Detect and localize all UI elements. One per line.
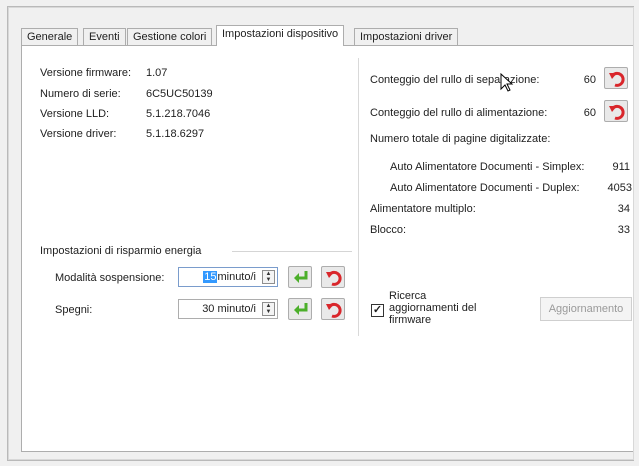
feed-roller-count-label: Conteggio del rullo di alimentazione: xyxy=(370,107,548,119)
sleep-mode-unit: minuto/i xyxy=(217,271,256,283)
feed-reset-button[interactable] xyxy=(604,100,628,122)
power-off-spinner[interactable]: 30 minuto/i ▲ ▼ xyxy=(178,299,278,319)
mouse-cursor-icon xyxy=(500,73,514,92)
power-saving-group-title: Impostazioni di risparmio energia xyxy=(40,245,202,257)
undo-icon xyxy=(609,104,625,120)
tab-color-management-label: Gestione colori xyxy=(133,31,207,43)
sleep-reset-button[interactable] xyxy=(321,266,345,288)
firmware-update-checkbox[interactable]: ✓ xyxy=(371,304,384,317)
jam-value: 33 xyxy=(617,224,630,236)
lld-version-label: Versione LLD: xyxy=(40,108,110,120)
jam-label: Blocco: xyxy=(370,224,407,236)
feed-roller-count-value: 60 xyxy=(583,107,596,119)
checkbox-label-line-1: Ricerca xyxy=(389,290,427,302)
firmware-update-checkbox-label: Ricerca aggiornamenti del firmware xyxy=(389,290,476,326)
checkbox-label-line-2: aggiornamenti del xyxy=(389,302,477,314)
duplex-label: Auto Alimentatore Documenti - Duplex: xyxy=(390,182,580,194)
simplex-value: 911 xyxy=(612,161,630,173)
power-off-label: Spegni: xyxy=(55,304,93,316)
total-pages-label: Numero totale di pagine digitalizzate: xyxy=(370,133,551,145)
tab-general[interactable]: Generale xyxy=(21,28,79,45)
firmware-version-label: Versione firmware: xyxy=(40,67,132,79)
multifeed-label: Alimentatore multiplo: xyxy=(370,203,476,215)
update-button[interactable]: Aggiornamento xyxy=(540,297,632,321)
spinner-arrows-icon[interactable]: ▲ ▼ xyxy=(262,302,275,316)
sleep-apply-button[interactable] xyxy=(288,266,312,288)
sleep-mode-spinner[interactable]: 15minuto/i ▲ ▼ xyxy=(178,267,278,287)
section-divider xyxy=(358,58,359,336)
separation-reset-button[interactable] xyxy=(604,67,628,89)
tab-color-management[interactable]: Gestione colori xyxy=(127,28,213,45)
enter-arrow-icon xyxy=(294,303,308,315)
undo-icon xyxy=(326,270,342,286)
serial-number-value: 6C5UC50139 xyxy=(146,88,213,100)
driver-version-label: Versione driver: xyxy=(40,128,117,140)
driver-version-value: 5.1.18.6297 xyxy=(146,128,205,140)
sleep-mode-number: 15 xyxy=(203,271,218,283)
checkbox-label-line-3: firmware xyxy=(389,314,432,326)
tab-device-settings-label: Impostazioni dispositivo xyxy=(222,28,339,40)
tab-device-settings[interactable]: Impostazioni dispositivo xyxy=(216,25,345,46)
sleep-mode-value[interactable]: 15minuto/i xyxy=(203,271,256,283)
group-divider xyxy=(232,251,352,252)
sleep-mode-label: Modalità sospensione: xyxy=(55,272,165,284)
separation-roller-count-value: 60 xyxy=(583,74,596,86)
lld-version-value: 5.1.218.7046 xyxy=(146,108,211,120)
tab-driver-settings-label: Impostazioni driver xyxy=(360,31,453,43)
tab-general-label: Generale xyxy=(27,31,73,43)
power-off-apply-button[interactable] xyxy=(288,298,312,320)
enter-arrow-icon xyxy=(294,271,308,283)
multifeed-value: 34 xyxy=(617,203,630,215)
undo-icon xyxy=(609,71,625,87)
tab-driver-settings[interactable]: Impostazioni driver xyxy=(354,28,459,45)
spinner-arrows-icon[interactable]: ▲ ▼ xyxy=(262,270,275,284)
power-off-reset-button[interactable] xyxy=(321,298,345,320)
tab-events-label: Eventi xyxy=(89,31,120,43)
serial-number-label: Numero di serie: xyxy=(40,88,121,100)
power-off-value[interactable]: 30 minuto/i xyxy=(202,303,256,315)
firmware-version-value: 1.07 xyxy=(146,67,168,79)
undo-icon xyxy=(326,302,342,318)
simplex-label: Auto Alimentatore Documenti - Simplex: xyxy=(390,161,585,173)
duplex-value: 4053 xyxy=(607,182,632,194)
tab-events[interactable]: Eventi xyxy=(83,28,126,45)
